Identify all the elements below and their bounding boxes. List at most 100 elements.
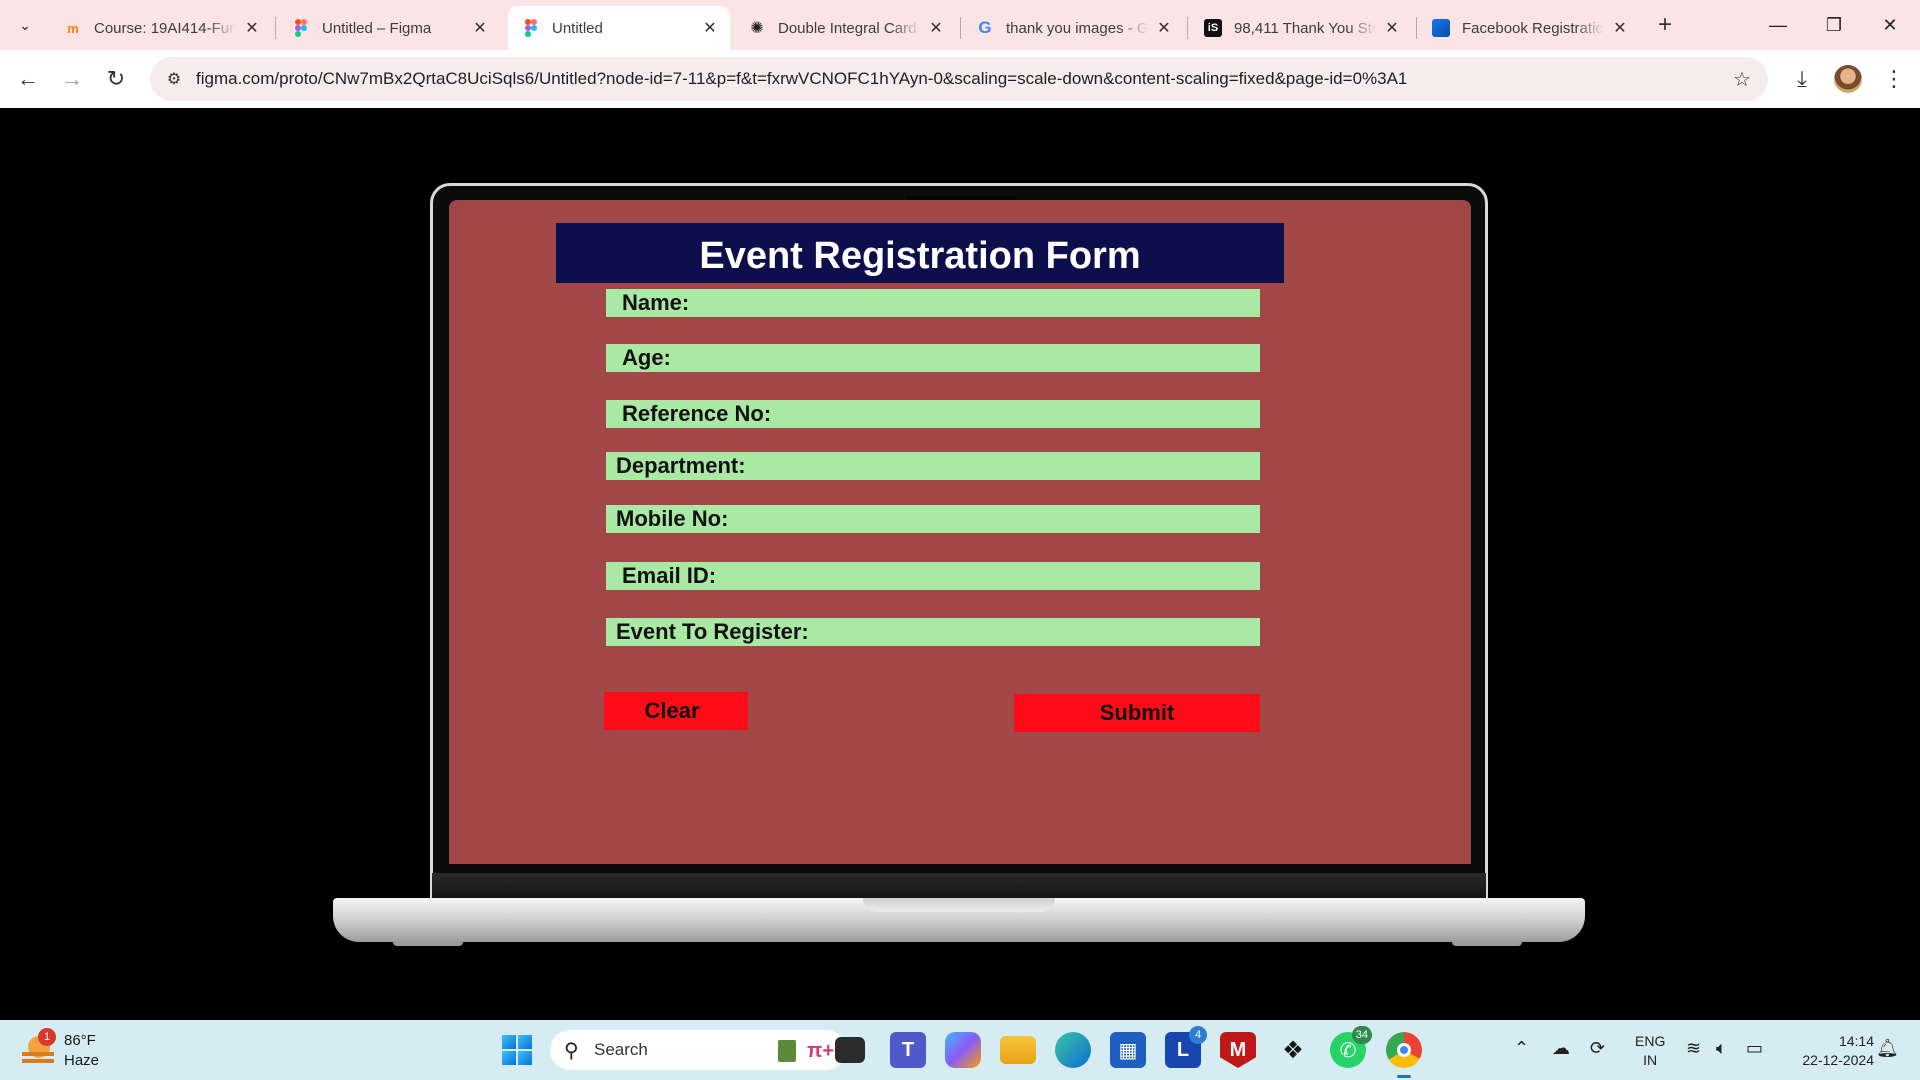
system-clock[interactable]: 14:14 22-12-2024 [1784, 1032, 1874, 1070]
tab-istock[interactable]: iS 98,411 Thank You Stock ✕ [1190, 6, 1412, 50]
file-explorer-icon[interactable] [1000, 1036, 1036, 1064]
tab-thank-you-images[interactable]: G thank you images - Google ✕ [962, 6, 1184, 50]
pi-symbol-icon: π+ [807, 1039, 834, 1062]
email-id-field[interactable]: Email ID: [606, 562, 1260, 590]
weather-badge: 1 [38, 1028, 56, 1046]
windows-taskbar: 1 86°F Haze ⚲ Search π+ T ▦ L4 M ❖ ✆ 34 ⌃… [0, 1020, 1920, 1080]
forward-arrow-icon[interactable]: → [56, 63, 88, 95]
sync-icon[interactable]: ⟳ [1590, 1038, 1605, 1059]
close-icon[interactable]: ✕ [470, 18, 490, 38]
age-label: Age: [622, 345, 671, 370]
tab-untitled-active[interactable]: Untitled ✕ [508, 6, 730, 50]
event-to-register-label: Event To Register: [616, 619, 809, 644]
dropbox-icon[interactable]: ❖ [1275, 1032, 1311, 1068]
figma-icon [292, 19, 310, 37]
volume-icon[interactable]: 🔈︎ [1716, 1038, 1727, 1059]
file-manager-icon[interactable] [835, 1037, 865, 1063]
close-icon[interactable]: ✕ [1154, 18, 1174, 38]
moodle-icon: m [67, 20, 79, 36]
laptop-frame: Event Registration Form Name: Age: Refer… [430, 183, 1488, 901]
close-icon[interactable]: ✕ [1382, 18, 1402, 38]
url-text[interactable]: figma.com/proto/CNw7mBx2QrtaC8UciSqls6/U… [196, 69, 1407, 89]
mcafee-icon[interactable]: M [1220, 1032, 1256, 1068]
clear-button[interactable]: Clear [604, 692, 748, 730]
tab-separator [275, 17, 276, 39]
onedrive-icon[interactable]: ☁ [1552, 1038, 1570, 1059]
mobile-no-field[interactable]: Mobile No: [606, 505, 1260, 533]
browser-tab-strip: ⌄ m Course: 19AI414-Fundamentals ✕ Untit… [0, 0, 1920, 50]
laptop-base [333, 898, 1585, 942]
tab-separator [1187, 17, 1188, 39]
name-label: Name: [622, 290, 690, 315]
download-icon[interactable]: ⤓ [1786, 63, 1818, 95]
address-bar[interactable]: ⚙ figma.com/proto/CNw7mBx2QrtaC8UciSqls6… [150, 57, 1768, 101]
taskbar-search[interactable]: ⚲ Search π+ [550, 1030, 846, 1070]
tab-untitled-figma[interactable]: Untitled – Figma ✕ [278, 6, 500, 50]
close-icon[interactable]: ✕ [1610, 18, 1630, 38]
new-tab-plus-icon[interactable]: + [1650, 10, 1680, 40]
l-app-badge: 4 [1189, 1026, 1207, 1044]
age-field[interactable]: Age: [606, 344, 1260, 372]
close-icon[interactable]: ✕ [242, 18, 262, 38]
search-highlight-widget[interactable]: π+ [778, 1038, 834, 1064]
search-icon: ⚲ [564, 1040, 579, 1062]
submit-button[interactable]: Submit [1014, 694, 1260, 732]
laptop-hinge [432, 873, 1486, 901]
whatsapp-badge: 34 [1351, 1026, 1372, 1044]
form-title: Event Registration Form [699, 234, 1141, 277]
laptop-foot [393, 942, 463, 946]
weather-condition[interactable]: Haze [64, 1052, 99, 1069]
tab-separator [960, 17, 961, 39]
reference-no-field[interactable]: Reference No: [606, 400, 1260, 428]
search-placeholder: Search [594, 1040, 648, 1059]
istock-icon: iS [1204, 19, 1222, 37]
department-label: Department: [616, 453, 746, 478]
google-icon: G [978, 18, 992, 37]
tab-facebook-registration[interactable]: Facebook Registration ✕ [1418, 6, 1640, 50]
tab-double-integral[interactable]: ✺ Double Integral Card ✕ [734, 6, 956, 50]
event-to-register-field[interactable]: Event To Register: [606, 618, 1260, 646]
facebook-icon [1432, 19, 1450, 37]
tab-course[interactable]: m Course: 19AI414-Fundamentals ✕ [50, 6, 272, 50]
copilot-icon[interactable] [945, 1032, 981, 1068]
browser-toolbar: ← → ↻ ⚙ figma.com/proto/CNw7mBx2QrtaC8Uc… [0, 50, 1920, 108]
battery-icon[interactable]: ▭ [1746, 1038, 1763, 1059]
tab-search-chevron-icon[interactable]: ⌄ [10, 10, 40, 40]
tab-separator [1416, 17, 1417, 39]
form-header: Event Registration Form [556, 223, 1284, 283]
laptop-screen: Event Registration Form Name: Age: Refer… [449, 200, 1471, 864]
name-field[interactable]: Name: [606, 289, 1260, 317]
profile-avatar[interactable] [1834, 65, 1862, 93]
bookmark-star-icon[interactable]: ☆ [1728, 65, 1756, 93]
whatsapp-icon[interactable]: ✆ 34 [1330, 1026, 1372, 1068]
wifi-icon[interactable]: ≋ [1686, 1038, 1701, 1059]
department-field[interactable]: Department: [606, 452, 1260, 480]
l-app-icon[interactable]: L4 [1165, 1026, 1207, 1068]
openai-icon: ✺ [750, 20, 764, 37]
weather-haze-icon[interactable]: 1 [22, 1028, 56, 1066]
laptop-foot [1452, 942, 1522, 946]
site-settings-icon[interactable]: ⚙ [160, 65, 188, 93]
close-icon[interactable]: ✕ [926, 18, 946, 38]
chrome-icon[interactable] [1386, 1032, 1422, 1068]
figma-icon [522, 19, 540, 37]
calculator-icon [778, 1040, 796, 1062]
prototype-viewport: Event Registration Form Name: Age: Refer… [0, 108, 1920, 1020]
show-hidden-icons-chevron-icon[interactable]: ⌃ [1514, 1038, 1529, 1059]
weather-temperature[interactable]: 86°F [64, 1032, 96, 1049]
close-icon[interactable]: ✕ [700, 18, 720, 38]
back-arrow-icon[interactable]: ← [12, 63, 44, 95]
window-close-icon[interactable]: ✕ [1862, 0, 1918, 50]
edge-icon[interactable] [1055, 1032, 1091, 1068]
clock-date: 22-12-2024 [1802, 1052, 1874, 1068]
restore-icon[interactable]: ❐ [1806, 0, 1862, 50]
minimize-icon[interactable]: — [1750, 0, 1806, 50]
windows-start-icon[interactable] [502, 1035, 532, 1065]
email-id-label: Email ID: [622, 563, 717, 588]
microsoft-store-icon[interactable]: ▦ [1110, 1032, 1146, 1068]
reload-icon[interactable]: ↻ [100, 63, 132, 95]
teams-icon[interactable]: T [890, 1032, 926, 1068]
kebab-menu-icon[interactable]: ⋮ [1878, 63, 1910, 95]
language-indicator[interactable]: ENG IN [1635, 1032, 1665, 1070]
notification-bell-icon[interactable]: 🔔︎ [1876, 1038, 1899, 1059]
